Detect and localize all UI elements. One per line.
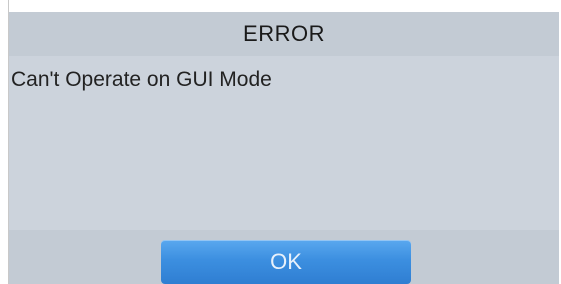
dialog-title-bar: ERROR [9, 12, 559, 56]
dialog-title: ERROR [243, 21, 325, 46]
ok-button[interactable]: OK [161, 240, 411, 284]
left-edge-divider [0, 0, 9, 284]
dialog-footer: OK [9, 230, 559, 284]
error-message: Can't Operate on GUI Mode [11, 68, 272, 91]
error-dialog: ERROR Can't Operate on GUI Mode OK [9, 12, 559, 284]
ok-button-label: OK [270, 249, 302, 274]
